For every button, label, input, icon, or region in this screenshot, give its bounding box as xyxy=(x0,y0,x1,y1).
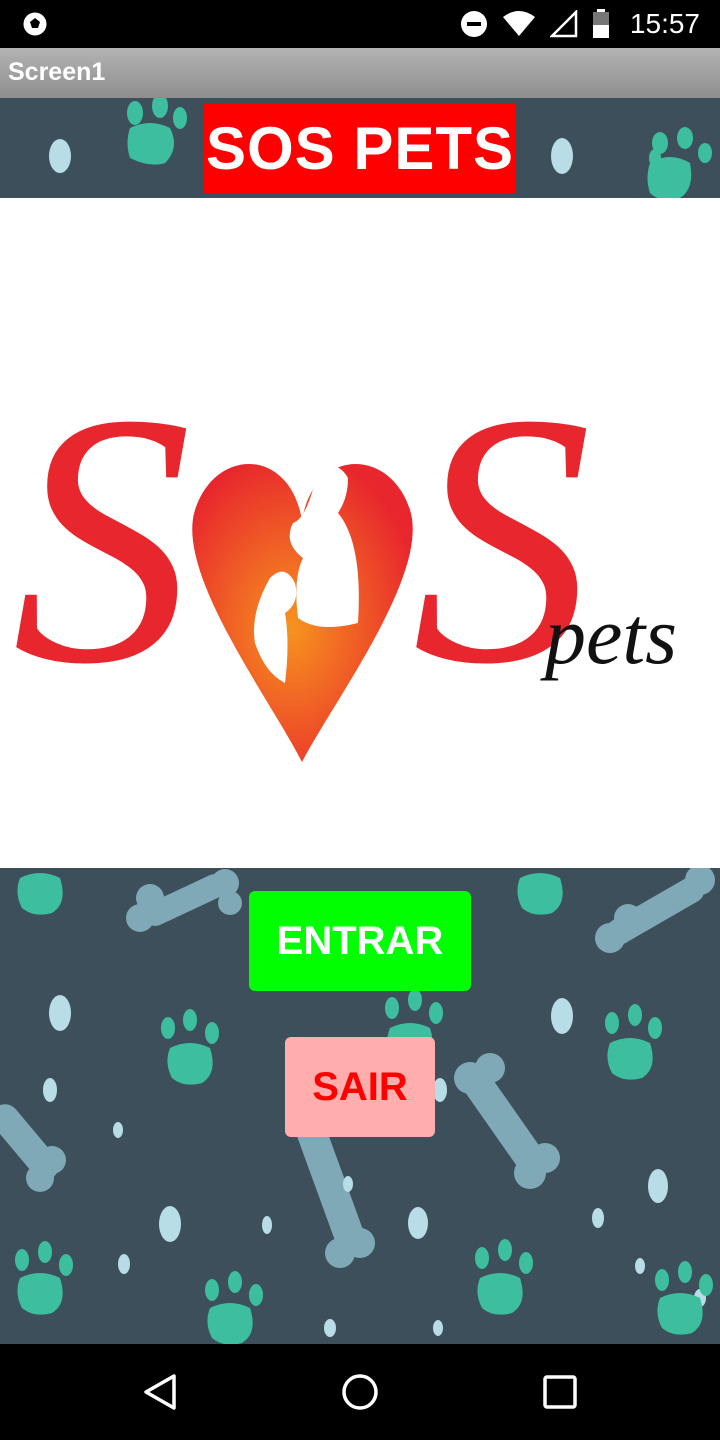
back-icon[interactable] xyxy=(140,1372,180,1412)
app-title-label: SOS PETS xyxy=(204,103,516,193)
title-bar: Screen1 xyxy=(0,48,720,98)
recents-icon[interactable] xyxy=(540,1372,580,1412)
wifi-icon xyxy=(502,11,535,36)
logo-letter-s-left: S xyxy=(12,339,192,738)
signal-icon xyxy=(549,10,578,38)
navigation-bar xyxy=(0,1344,720,1440)
logo-tagline: pets xyxy=(540,590,677,681)
exit-button[interactable]: SAIR xyxy=(285,1037,435,1137)
battery-icon xyxy=(592,9,609,38)
logo-area: S S pets xyxy=(0,198,720,868)
sos-pets-logo: S S pets xyxy=(12,339,677,762)
soccer-ball-icon xyxy=(22,11,48,37)
status-bar: 15:57 xyxy=(0,0,720,48)
clock: 15:57 xyxy=(629,8,700,39)
home-icon[interactable] xyxy=(340,1372,380,1412)
screen-title: Screen1 xyxy=(8,58,106,86)
do-not-disturb-icon xyxy=(460,11,487,37)
enter-button[interactable]: ENTRAR xyxy=(249,891,471,991)
